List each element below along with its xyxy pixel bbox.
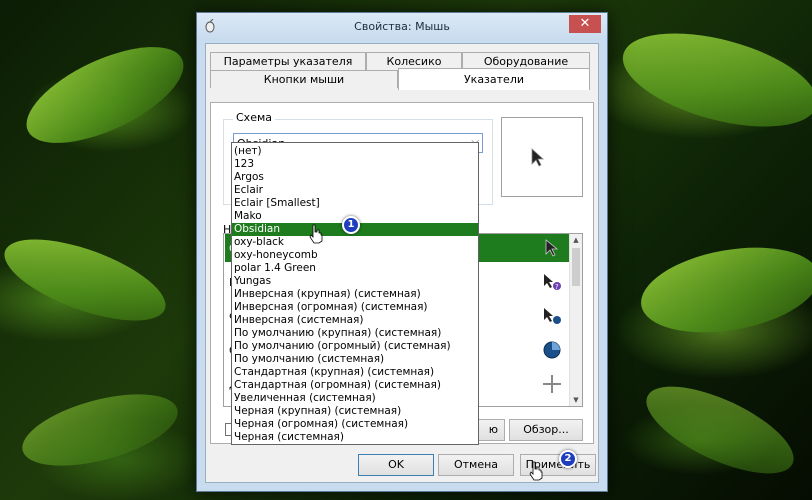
pointer-preview	[501, 117, 583, 197]
tab-label: Кнопки мыши	[263, 73, 345, 86]
cancel-label: Отмена	[453, 458, 499, 471]
dropdown-option[interactable]: Черная (крупная) (системная)	[232, 405, 478, 418]
scroll-down-icon[interactable]: ▼	[570, 394, 582, 406]
dropdown-option[interactable]: 123	[232, 158, 478, 171]
tab-label: Указатели	[463, 73, 525, 86]
step-badge-2: 2	[559, 450, 577, 468]
dropdown-option[interactable]: Инверсная (огромная) (системная)	[232, 301, 478, 314]
scroll-up-icon[interactable]: ▲	[570, 234, 582, 246]
svg-text:?: ?	[555, 283, 559, 291]
scroll-thumb[interactable]	[572, 248, 580, 286]
scheme-group-label: Схема	[233, 111, 275, 124]
tab-mouse-buttons[interactable]: Кнопки мыши	[210, 70, 398, 88]
arrow-cursor-icon	[545, 239, 559, 257]
arrow-cursor-icon	[531, 148, 545, 167]
busy-cursor-icon	[543, 341, 561, 359]
close-button[interactable]: ✕	[569, 15, 601, 33]
dropdown-option[interactable]: Черная (огромная) (системная)	[232, 418, 478, 431]
list-scrollbar[interactable]: ▲ ▼	[569, 234, 582, 406]
working-cursor-icon	[544, 308, 561, 324]
dropdown-option[interactable]: oxy-black	[232, 236, 478, 249]
use-default-label: ю	[488, 423, 498, 436]
dropdown-option[interactable]: Инверсная (системная)	[232, 314, 478, 327]
scheme-dropdown-list[interactable]: (нет) 123 Argos Eclair Eclair [Smallest] Mako…	[231, 142, 479, 445]
dropdown-option[interactable]: Стандартная (огромная) (системная)	[232, 379, 478, 392]
dropdown-option[interactable]: По умолчанию (крупная) (системная)	[232, 327, 478, 340]
help-cursor-icon: ?	[544, 274, 561, 291]
dropdown-option[interactable]: Черная (системная)	[232, 431, 478, 444]
tab-label: Параметры указателя	[223, 55, 353, 68]
dropdown-option[interactable]: Стандартная (крупная) (системная)	[232, 366, 478, 379]
tab-pointers[interactable]: Указатели	[398, 68, 590, 90]
window-title: Свойства: Мышь	[354, 20, 450, 33]
dropdown-option[interactable]: (нет)	[232, 145, 478, 158]
browse-button[interactable]: Обзор...	[509, 419, 583, 441]
tab-label: Колесико	[386, 55, 442, 68]
dropdown-option[interactable]: Yungas	[232, 275, 478, 288]
dropdown-option[interactable]: Увеличенная (системная)	[232, 392, 478, 405]
browse-label: Обзор...	[523, 423, 569, 436]
tab-pointer-options[interactable]: Параметры указателя	[210, 52, 366, 70]
ok-label: OK	[388, 458, 404, 471]
hand-pointer-icon	[529, 461, 543, 481]
dropdown-option[interactable]: Eclair	[232, 184, 478, 197]
dropdown-option[interactable]: По умолчанию (системная)	[232, 353, 478, 366]
dropdown-option[interactable]: Инверсная (крупная) (системная)	[232, 288, 478, 301]
dropdown-option[interactable]: По умолчанию (огромный) (системная)	[232, 340, 478, 353]
step-badge-1: 1	[342, 216, 360, 234]
ok-button[interactable]: OK	[358, 454, 434, 476]
cancel-button[interactable]: Отмена	[438, 454, 514, 476]
tab-label: Оборудование	[483, 55, 569, 68]
dropdown-option[interactable]: polar 1.4 Green	[232, 262, 478, 275]
crosshair-cursor-icon	[543, 375, 561, 393]
dropdown-option[interactable]: oxy-honeycomb	[232, 249, 478, 262]
hand-pointer-icon	[309, 224, 323, 244]
title-bar[interactable]: Свойства: Мышь ✕	[197, 13, 607, 41]
dropdown-option[interactable]: Argos	[232, 171, 478, 184]
dropdown-option[interactable]: Eclair [Smallest]	[232, 197, 478, 210]
